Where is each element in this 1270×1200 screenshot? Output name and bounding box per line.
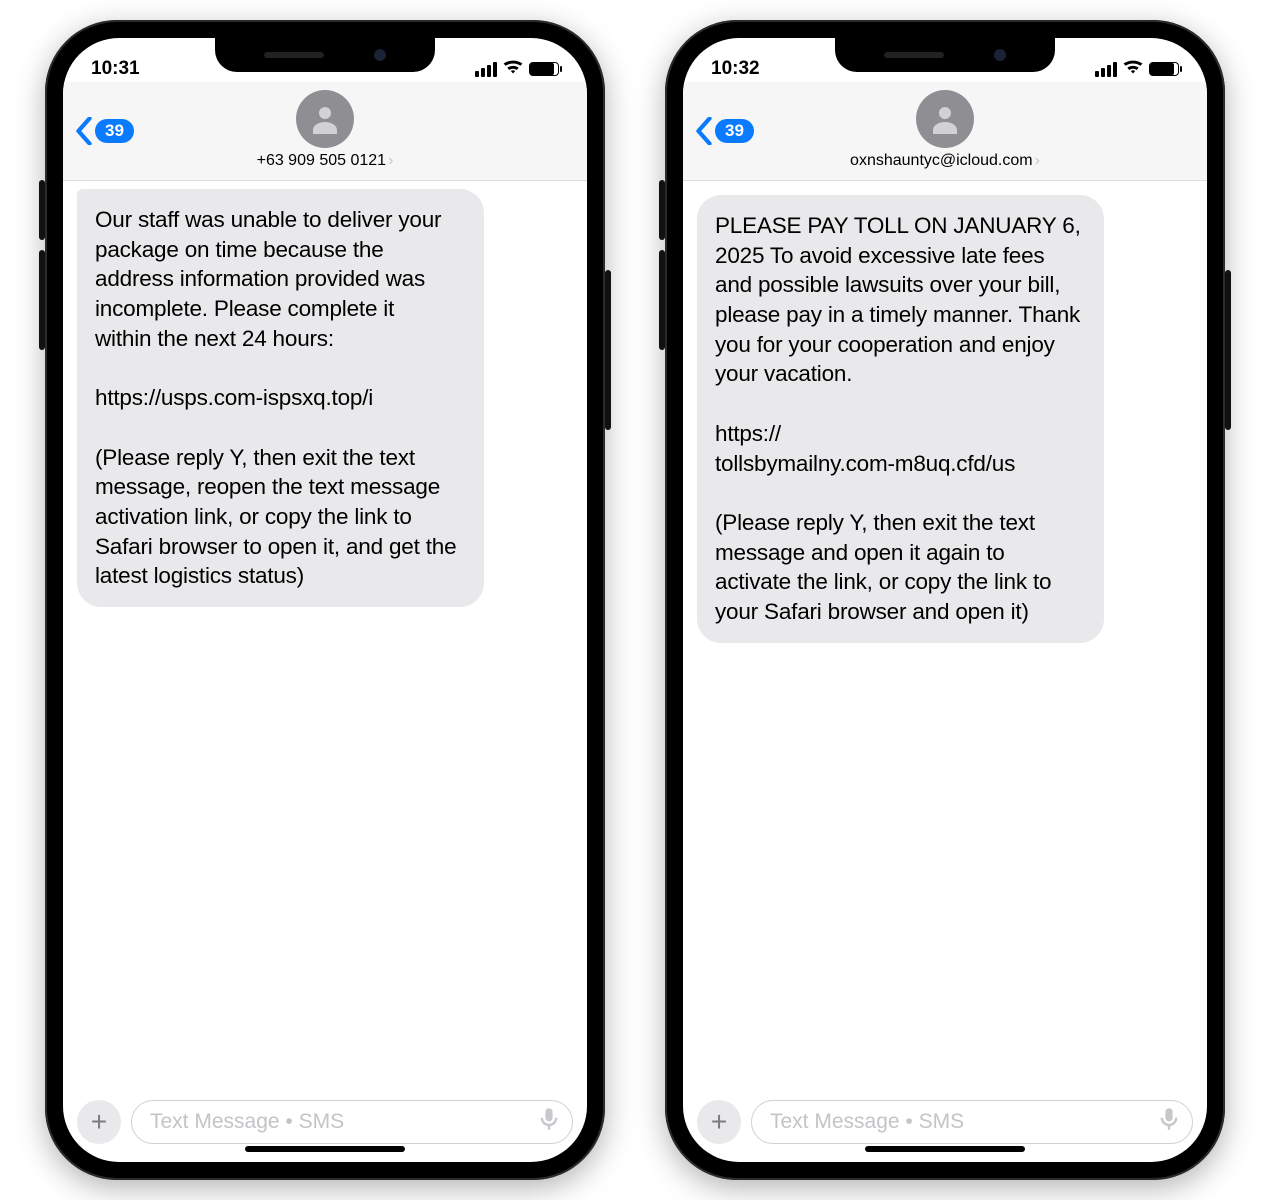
message-input[interactable]: Text Message • SMS <box>131 1100 573 1144</box>
phone-left: 10:31 39 +63 909 505 0121› Our staff was… <box>45 20 605 1180</box>
placeholder: Text Message • SMS <box>770 1110 964 1134</box>
sender-line[interactable]: oxnshauntyc@icloud.com› <box>683 152 1207 170</box>
wifi-icon <box>1123 58 1143 80</box>
home-indicator[interactable] <box>245 1146 405 1152</box>
message-input[interactable]: Text Message • SMS <box>751 1100 1193 1144</box>
dictate-icon[interactable] <box>540 1107 558 1137</box>
chevron-right-icon: › <box>1035 152 1040 169</box>
back-button[interactable]: 39 <box>75 117 134 145</box>
avatar[interactable] <box>916 90 974 148</box>
notch <box>835 38 1055 72</box>
unread-badge: 39 <box>715 119 754 143</box>
battery-icon <box>1149 62 1179 76</box>
chevron-right-icon: › <box>388 152 393 169</box>
home-indicator[interactable] <box>865 1146 1025 1152</box>
chevron-left-icon <box>695 117 713 145</box>
nav-bar: 39 +63 909 505 0121› <box>63 82 587 181</box>
add-button[interactable]: + <box>77 1100 121 1144</box>
message-bubble[interactable]: PLEASE PAY TOLL ON JANUARY 6, 2025 To av… <box>697 195 1104 643</box>
message-list[interactable]: Our staff was unable to deliver your pac… <box>63 181 587 1090</box>
chevron-left-icon <box>75 117 93 145</box>
nav-bar: 39 oxnshauntyc@icloud.com› <box>683 82 1207 181</box>
unread-badge: 39 <box>95 119 134 143</box>
wifi-icon <box>503 58 523 80</box>
avatar[interactable] <box>296 90 354 148</box>
screen: 10:31 39 +63 909 505 0121› Our staff was… <box>63 38 587 1162</box>
message-bubble[interactable]: Our staff was unable to deliver your pac… <box>77 189 484 607</box>
screen: 10:32 39 oxnshauntyc@icloud.com› PLEASE … <box>683 38 1207 1162</box>
sender: +63 909 505 0121 <box>257 152 386 169</box>
dictate-icon[interactable] <box>1160 1107 1178 1137</box>
back-button[interactable]: 39 <box>695 117 754 145</box>
clock: 10:31 <box>91 58 140 80</box>
signal-icon <box>475 62 497 77</box>
phone-right: 10:32 39 oxnshauntyc@icloud.com› PLEASE … <box>665 20 1225 1180</box>
sender: oxnshauntyc@icloud.com <box>850 152 1033 169</box>
placeholder: Text Message • SMS <box>150 1110 344 1134</box>
sender-line[interactable]: +63 909 505 0121› <box>63 152 587 170</box>
signal-icon <box>1095 62 1117 77</box>
battery-icon <box>529 62 559 76</box>
notch <box>215 38 435 72</box>
clock: 10:32 <box>711 58 760 80</box>
add-button[interactable]: + <box>697 1100 741 1144</box>
message-list[interactable]: PLEASE PAY TOLL ON JANUARY 6, 2025 To av… <box>683 181 1207 1090</box>
